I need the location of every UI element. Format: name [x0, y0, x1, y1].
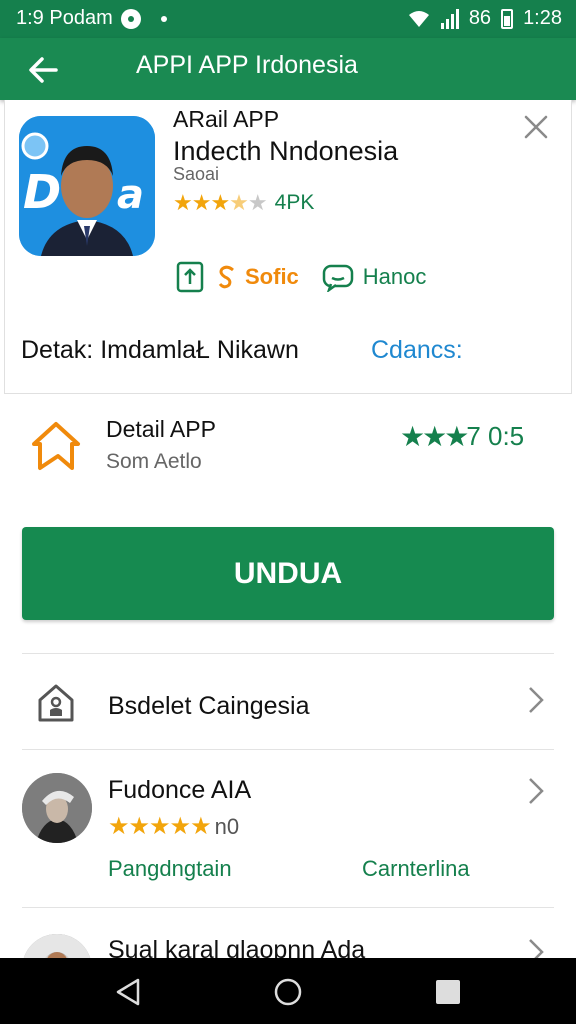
divider [22, 907, 554, 908]
list-item-1-label: Bsdelet Caingesia [108, 692, 310, 720]
status-bar: 1:9 Podam 86 1:28 [0, 0, 576, 38]
lock-house-icon [38, 684, 74, 722]
chat-label: Hanoc [362, 264, 427, 289]
recents-nav-icon[interactable] [432, 976, 464, 1008]
detail-link[interactable]: Cdancs: [371, 336, 463, 365]
detail-rating-stars: ★★★ [400, 421, 469, 452]
svg-text:D: D [23, 165, 61, 219]
app-subtitle: Indecth Nndonesia [173, 136, 399, 166]
app-developer: Saoai [173, 164, 220, 184]
notification-dot-icon [160, 15, 167, 22]
review-link-right[interactable]: Carnterlina [362, 856, 470, 882]
rating-stars: ★★★★★ [173, 190, 268, 215]
chevron-right-icon [529, 778, 544, 804]
close-icon[interactable] [519, 110, 553, 144]
back-nav-icon[interactable] [112, 976, 144, 1008]
action-row: Sofic Hanoc [175, 260, 426, 294]
app-title: ARail APP [173, 106, 280, 132]
app-bar: APPI APP Irdonesia [0, 38, 576, 100]
app-bar-title: APPI APP Irdonesia [136, 51, 358, 79]
navigation-bar [0, 958, 576, 1024]
orange-action-label: Sofic [245, 264, 299, 289]
share-icon [176, 261, 204, 293]
arrow-left-icon[interactable] [24, 50, 64, 90]
avatar [22, 773, 92, 843]
app-icon: D a [19, 116, 155, 256]
detail-title: Detail APP [106, 416, 216, 442]
home-nav-icon[interactable] [272, 976, 304, 1008]
status-time-left: 1:9 Podam [16, 7, 113, 29]
review-stars-icons: ★★★★★ [108, 813, 212, 840]
review-stars: ★★★★★ n0 [108, 812, 239, 841]
gear-icon [218, 265, 234, 289]
chat-button[interactable]: Hanoc [321, 262, 427, 292]
app-info-card: D a ARail APP Indecth Nndonesia Saoai ★★… [4, 100, 572, 394]
detail-rating: ★★★ 7 0:5 [400, 420, 524, 453]
home-icon [32, 422, 80, 470]
battery-icon [501, 8, 514, 29]
detail-subtitle: Som Aetlo [106, 450, 202, 473]
status-time-right: 1:28 [523, 7, 562, 29]
signal-icon [440, 8, 459, 29]
share-button[interactable] [175, 260, 205, 294]
detail-text: Detak: ImdamlaŁ Nikawn [21, 336, 299, 364]
divider [22, 653, 554, 654]
app-rating: ★★★★★ 4PK [173, 190, 314, 216]
rating-label: 4PK [274, 191, 315, 214]
chat-icon [322, 264, 354, 292]
chevron-right-icon [529, 687, 544, 713]
svg-text:a: a [117, 172, 144, 218]
download-button[interactable]: UNDUA [22, 527, 554, 620]
wifi-icon [408, 10, 429, 27]
review-link-left[interactable]: Pangdngtain [108, 856, 232, 882]
detail-rating-value: 7 0:5 [466, 421, 525, 451]
orange-action-button[interactable]: Sofic [217, 264, 299, 290]
status-signal-text: 86 [468, 7, 492, 29]
review-name: Fudonce AIA [108, 776, 252, 804]
notification-icon [120, 8, 141, 29]
divider [22, 749, 554, 750]
review-count: n0 [214, 813, 240, 839]
